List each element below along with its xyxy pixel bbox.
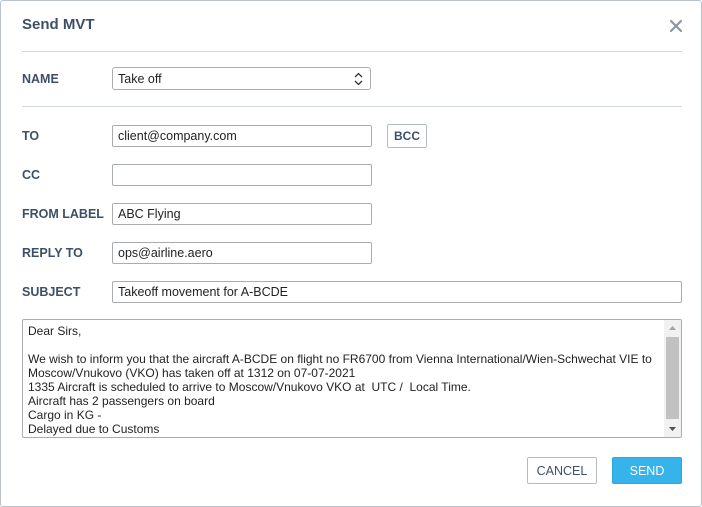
- scrollbar-thumb[interactable]: [666, 337, 679, 419]
- subject-label: SUBJECT: [22, 285, 81, 299]
- name-select[interactable]: Take off: [112, 67, 371, 90]
- select-arrows-icon: [354, 72, 363, 91]
- name-select-value: Take off: [118, 72, 162, 86]
- close-icon[interactable]: [665, 15, 687, 37]
- cc-label: CC: [22, 168, 41, 182]
- message-scrollbar[interactable]: [664, 320, 681, 437]
- dialog-title: Send MVT: [22, 16, 95, 33]
- to-label: TO: [22, 129, 40, 143]
- message-body[interactable]: Dear Sirs, We wish to inform you that th…: [22, 319, 682, 438]
- scroll-down-icon[interactable]: [664, 421, 681, 437]
- message-text[interactable]: Dear Sirs, We wish to inform you that th…: [28, 324, 664, 436]
- reply-to-field[interactable]: [112, 242, 372, 264]
- header-divider: [22, 51, 682, 52]
- cc-field[interactable]: [112, 164, 372, 186]
- name-divider: [22, 106, 682, 107]
- from-label-label: FROM LABEL: [22, 207, 104, 221]
- bcc-button[interactable]: BCC: [387, 124, 427, 148]
- send-button[interactable]: SEND: [612, 457, 682, 484]
- reply-to-label: REPLY TO: [22, 246, 83, 260]
- to-field[interactable]: [112, 125, 372, 147]
- subject-field[interactable]: [112, 281, 682, 303]
- name-label: NAME: [22, 72, 59, 86]
- from-label-field[interactable]: [112, 203, 372, 225]
- scroll-up-icon[interactable]: [664, 320, 681, 336]
- send-mvt-dialog: Send MVT NAME Take off TO BCC CC FROM LA…: [0, 0, 702, 507]
- cancel-button[interactable]: CANCEL: [527, 457, 597, 484]
